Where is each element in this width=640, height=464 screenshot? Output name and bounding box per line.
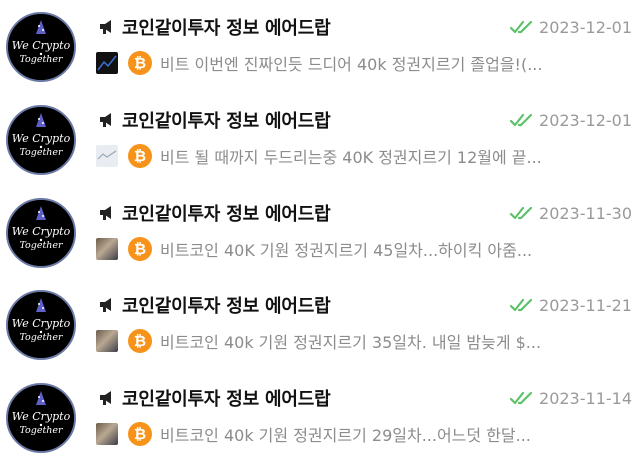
bitcoin-icon: ₿	[128, 51, 152, 75]
double-check-icon	[509, 391, 533, 405]
chat-row[interactable]: We Crypto Together 코인같이투자 정보 에어드랍 2023-1…	[0, 186, 640, 279]
double-check-icon	[509, 298, 533, 312]
message-preview: 비트코인 40k 기원 정권지르기 29일차...어느덧 한달...	[160, 426, 531, 445]
bitcoin-icon: ₿	[128, 422, 152, 446]
bitcoin-icon: ₿	[128, 237, 152, 261]
chat-list: We Crypto Together 코인같이투자 정보 에어드랍 2023-1…	[0, 0, 640, 464]
channel-avatar[interactable]: We Crypto Together	[6, 198, 76, 268]
channel-avatar[interactable]: We Crypto Together	[6, 290, 76, 360]
chat-title: 코인같이투자 정보 에어드랍	[122, 111, 331, 132]
media-thumbnail[interactable]	[96, 330, 118, 352]
svg-text:Together: Together	[19, 425, 64, 436]
svg-text:We Crypto: We Crypto	[12, 39, 71, 52]
avatar-logo: We Crypto Together	[8, 292, 74, 358]
svg-text:Together: Together	[19, 240, 64, 251]
avatar-logo: We Crypto Together	[8, 385, 74, 451]
svg-text:We Crypto: We Crypto	[12, 410, 71, 423]
bitcoin-icon: ₿	[128, 144, 152, 168]
chat-row[interactable]: We Crypto Together 코인같이투자 정보 에어드랍 2023-1…	[0, 0, 640, 93]
media-thumbnail[interactable]	[96, 52, 118, 74]
avatar-logo: We Crypto Together	[8, 14, 74, 80]
bitcoin-icon: ₿	[128, 329, 152, 353]
channel-avatar[interactable]: We Crypto Together	[6, 12, 76, 82]
megaphone-icon	[100, 298, 111, 312]
chat-date: 2023-11-14	[539, 388, 632, 408]
chat-row[interactable]: We Crypto Together 코인같이투자 정보 에어드랍 2023-1…	[0, 278, 640, 371]
message-preview: 비트코인 40K 기원 정권지르기 45일차...하이킥 아줌...	[160, 241, 533, 260]
chat-title: 코인같이투자 정보 에어드랍	[122, 18, 331, 39]
double-check-icon	[509, 206, 533, 220]
megaphone-icon	[100, 391, 111, 405]
channel-avatar[interactable]: We Crypto Together	[6, 383, 76, 453]
svg-text:Together: Together	[19, 332, 64, 343]
media-thumbnail[interactable]	[96, 145, 118, 167]
message-preview: 비트코인 40k 기원 정권지르기 35일차. 내일 밤늦게 $...	[160, 333, 542, 352]
chat-date: 2023-12-01	[539, 110, 632, 130]
svg-text:Together: Together	[19, 147, 64, 158]
media-thumbnail[interactable]	[96, 238, 118, 260]
message-preview: 비트 될 때까지 두드리는중 40K 정권지르기 12월에 끝...	[160, 148, 542, 167]
megaphone-icon	[100, 113, 111, 127]
megaphone-icon	[100, 20, 111, 34]
double-check-icon	[509, 113, 533, 127]
svg-text:Together: Together	[19, 54, 64, 65]
channel-avatar[interactable]: We Crypto Together	[6, 105, 76, 175]
message-preview: 비트 이번엔 진짜인듯 드디어 40k 정권지르기 졸업을!(...	[160, 55, 543, 74]
chat-title: 코인같이투자 정보 에어드랍	[122, 204, 331, 225]
chat-title: 코인같이투자 정보 에어드랍	[122, 296, 331, 317]
chat-row[interactable]: We Crypto Together 코인같이투자 정보 에어드랍 2023-1…	[0, 93, 640, 186]
avatar-logo: We Crypto Together	[8, 200, 74, 266]
avatar-logo: We Crypto Together	[8, 107, 74, 173]
chat-date: 2023-12-01	[539, 17, 632, 37]
svg-text:We Crypto: We Crypto	[12, 132, 71, 145]
svg-text:We Crypto: We Crypto	[12, 317, 71, 330]
chat-date: 2023-11-30	[539, 203, 632, 223]
svg-text:We Crypto: We Crypto	[12, 225, 71, 238]
media-thumbnail[interactable]	[96, 423, 118, 445]
chat-row[interactable]: We Crypto Together 코인같이투자 정보 에어드랍 2023-1…	[0, 371, 640, 464]
chat-date: 2023-11-21	[539, 295, 632, 315]
megaphone-icon	[100, 206, 111, 220]
double-check-icon	[509, 20, 533, 34]
chat-title: 코인같이투자 정보 에어드랍	[122, 389, 331, 410]
